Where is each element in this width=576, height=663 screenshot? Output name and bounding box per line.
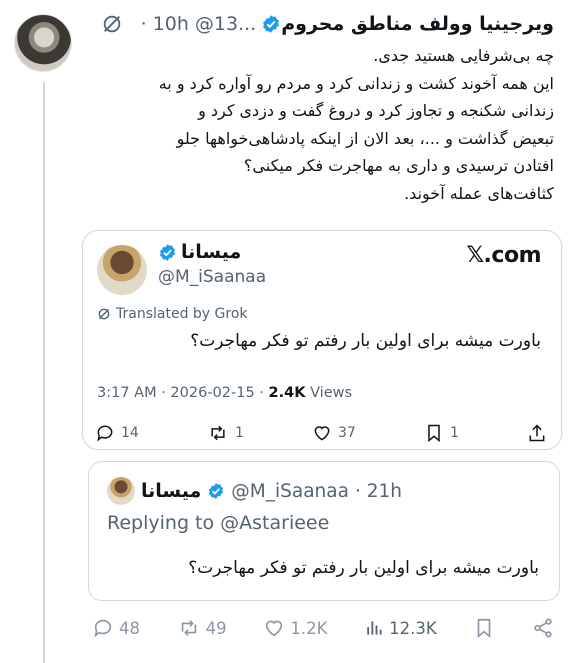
bookmark-icon xyxy=(428,424,440,443)
reply-author-handle[interactable]: @M_iSaanaa xyxy=(231,481,349,502)
reply-text: باورت میشه برای اولین بار رفتم تو فکر مه… xyxy=(188,558,539,578)
post-line: چه بی‌شرفایی هستید جدی. xyxy=(373,46,554,65)
share-icon xyxy=(534,618,552,638)
reply-time[interactable]: · 21h xyxy=(355,481,402,502)
author-name[interactable]: ویرجینیا وولف مناطق محروم xyxy=(281,13,554,35)
post-line: تبعیض گذاشت و ...، بعد الان از اینکه پاد… xyxy=(176,128,554,148)
post-line: این همه آخوند کشت و زندانی کرد و مردم رو… xyxy=(158,73,554,93)
views-count: 12.3K xyxy=(389,618,437,638)
quote-actions: 14 1 37 1 xyxy=(95,423,547,443)
reply-avatar[interactable] xyxy=(107,477,135,505)
quote-share-button[interactable] xyxy=(527,423,547,443)
repost-icon xyxy=(211,425,225,441)
post-line: زندانی شکنجه و تجاوز کرد و دروغ گفت و دز… xyxy=(198,101,554,120)
quoted-post-card[interactable]: میسانا @M_iSaanaa 𝕏.com Translated by Gr… xyxy=(82,230,562,450)
like-count: 1.2K xyxy=(290,618,328,638)
x-logo: 𝕏.com xyxy=(466,243,541,268)
replying-to-label[interactable]: Replying to @Astarieee xyxy=(107,512,329,534)
reply-button[interactable]: 48 xyxy=(92,617,140,639)
bookmark-button[interactable] xyxy=(473,617,495,639)
quote-reply-button[interactable]: 14 xyxy=(95,423,139,443)
quote-author-name[interactable]: میسانا xyxy=(158,241,241,263)
quote-reply-count: 14 xyxy=(121,425,139,441)
reply-header: میسانا @M_iSaanaa · 21h xyxy=(107,477,402,505)
views-chart-icon xyxy=(367,621,382,635)
translated-label: Translated by Grok xyxy=(116,306,248,322)
quote-time[interactable]: 3:17 AM · 2026-02-15 · xyxy=(97,385,269,401)
post-actions: 48 49 1.2K 12.3K xyxy=(92,617,554,639)
reply-icon xyxy=(94,619,112,638)
verified-badge-icon xyxy=(261,14,281,34)
post-line: کثافت‌های عمله آخوند. xyxy=(404,183,554,203)
bookmark-icon xyxy=(477,618,491,639)
grok-icon xyxy=(98,308,110,320)
quote-author-name-text: میسانا xyxy=(181,241,242,263)
post-line: افتادن ترسیدی و داری به مهاجرت فکر میکنی… xyxy=(243,156,554,175)
verified-badge-icon xyxy=(158,243,177,262)
views-button[interactable]: 12.3K xyxy=(364,618,437,638)
quote-repost-button[interactable]: 1 xyxy=(207,423,244,443)
quote-bookmark-count: 1 xyxy=(449,425,459,441)
quote-bookmark-button[interactable]: 1 xyxy=(424,423,459,443)
heart-icon xyxy=(266,620,283,637)
post-time[interactable]: · 10h xyxy=(141,13,189,35)
quote-views-count: 2.4K xyxy=(268,385,306,401)
quote-author-handle[interactable]: @M_iSaanaa xyxy=(158,267,266,287)
verified-badge-icon xyxy=(207,482,225,500)
quote-like-button[interactable]: 37 xyxy=(312,423,356,443)
quote-meta: 3:17 AM · 2026-02-15 · 2.4K Views xyxy=(97,385,352,401)
quote-repost-count: 1 xyxy=(234,425,244,441)
quote-views-label: Views xyxy=(305,385,353,401)
author-avatar[interactable] xyxy=(14,14,72,72)
quote-avatar[interactable] xyxy=(97,245,147,295)
translated-note: Translated by Grok xyxy=(97,306,248,322)
reply-icon xyxy=(97,425,113,442)
post-header: ویرجینیا وولف مناطق محروم @13... · 10h xyxy=(101,10,554,38)
quote-like-count: 37 xyxy=(338,425,356,441)
replied-post-card[interactable]: میسانا @M_iSaanaa · 21h Replying to @Ast… xyxy=(88,461,560,601)
reply-count: 48 xyxy=(119,618,140,638)
post-text: چه بی‌شرفایی هستید جدی. این همه آخوند کش… xyxy=(74,42,554,207)
repost-count: 49 xyxy=(205,618,227,638)
grok-icon[interactable] xyxy=(101,13,123,35)
quote-text: باورت میشه برای اولین بار رفتم تو فکر مه… xyxy=(190,331,541,351)
like-button[interactable]: 1.2K xyxy=(263,617,327,639)
thread-line xyxy=(43,82,45,663)
author-handle[interactable]: @13... xyxy=(195,13,256,35)
share-button[interactable] xyxy=(532,617,554,639)
reply-author-name[interactable]: میسانا xyxy=(141,480,201,502)
share-icon xyxy=(529,424,545,442)
heart-icon xyxy=(314,426,330,441)
repost-button[interactable]: 49 xyxy=(177,617,227,639)
repost-icon xyxy=(181,620,196,636)
